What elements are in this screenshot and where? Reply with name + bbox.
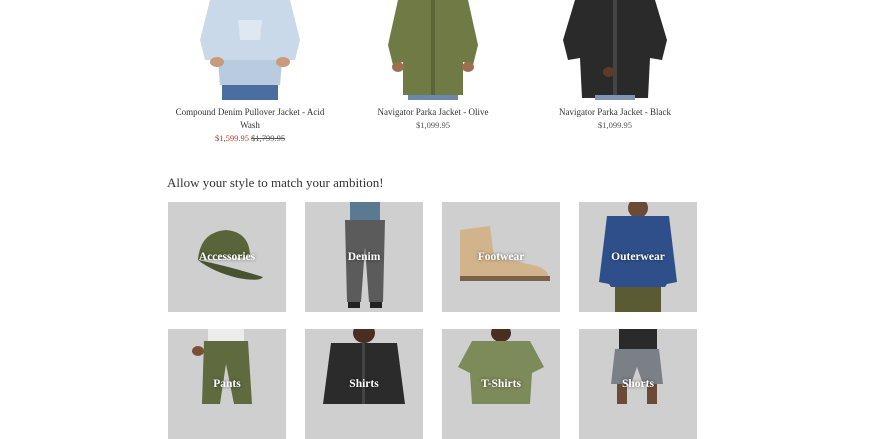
- product-price: $1,099.95: [416, 120, 450, 130]
- category-label: Shirts: [349, 378, 379, 390]
- category-tile-tshirts[interactable]: T-Shirts: [442, 329, 560, 439]
- category-label: Accessories: [198, 251, 256, 263]
- sale-price: $1,599.95: [214, 133, 249, 143]
- category-tile-denim[interactable]: Denim: [305, 202, 423, 312]
- product-card[interactable]: Navigator Parka Jacket - Olive $1,099.95: [343, 0, 523, 130]
- category-tile-accessories[interactable]: Accessories: [168, 202, 286, 312]
- category-label: T-Shirts: [481, 378, 521, 390]
- category-label: Outerwear: [611, 251, 665, 263]
- black-parka-photo[interactable]: [525, 0, 705, 100]
- category-tile-footwear[interactable]: Footwear: [442, 202, 560, 312]
- category-label: Denim: [347, 251, 381, 263]
- product-name[interactable]: Navigator Parka Jacket - Olive: [343, 106, 523, 119]
- product-name[interactable]: Compound Denim Pullover Jacket - Acid Wa…: [160, 106, 340, 132]
- category-tile-shirts[interactable]: Shirts: [305, 329, 423, 439]
- category-tile-pants[interactable]: Pants: [168, 329, 286, 439]
- original-price: $1,799.95: [251, 133, 286, 143]
- product-price: $1,099.95: [598, 120, 632, 130]
- product-card[interactable]: Navigator Parka Jacket - Black $1,099.95: [525, 0, 705, 130]
- category-tile-outerwear[interactable]: Outerwear: [579, 202, 697, 312]
- section-headline: Allow your style to match your ambition!: [167, 175, 384, 190]
- category-label: Pants: [213, 378, 241, 390]
- product-card[interactable]: Compound Denim Pullover Jacket - Acid Wa…: [160, 0, 340, 143]
- category-tile-shorts[interactable]: Shorts: [579, 329, 697, 439]
- product-name[interactable]: Navigator Parka Jacket - Black: [525, 106, 705, 119]
- product-price: $1,599.95 $1,799.95: [160, 133, 340, 143]
- olive-parka-photo[interactable]: [343, 0, 523, 100]
- denim-pullover-jacket-photo[interactable]: [160, 0, 340, 100]
- category-label: Shorts: [622, 378, 654, 390]
- category-label: Footwear: [477, 251, 525, 263]
